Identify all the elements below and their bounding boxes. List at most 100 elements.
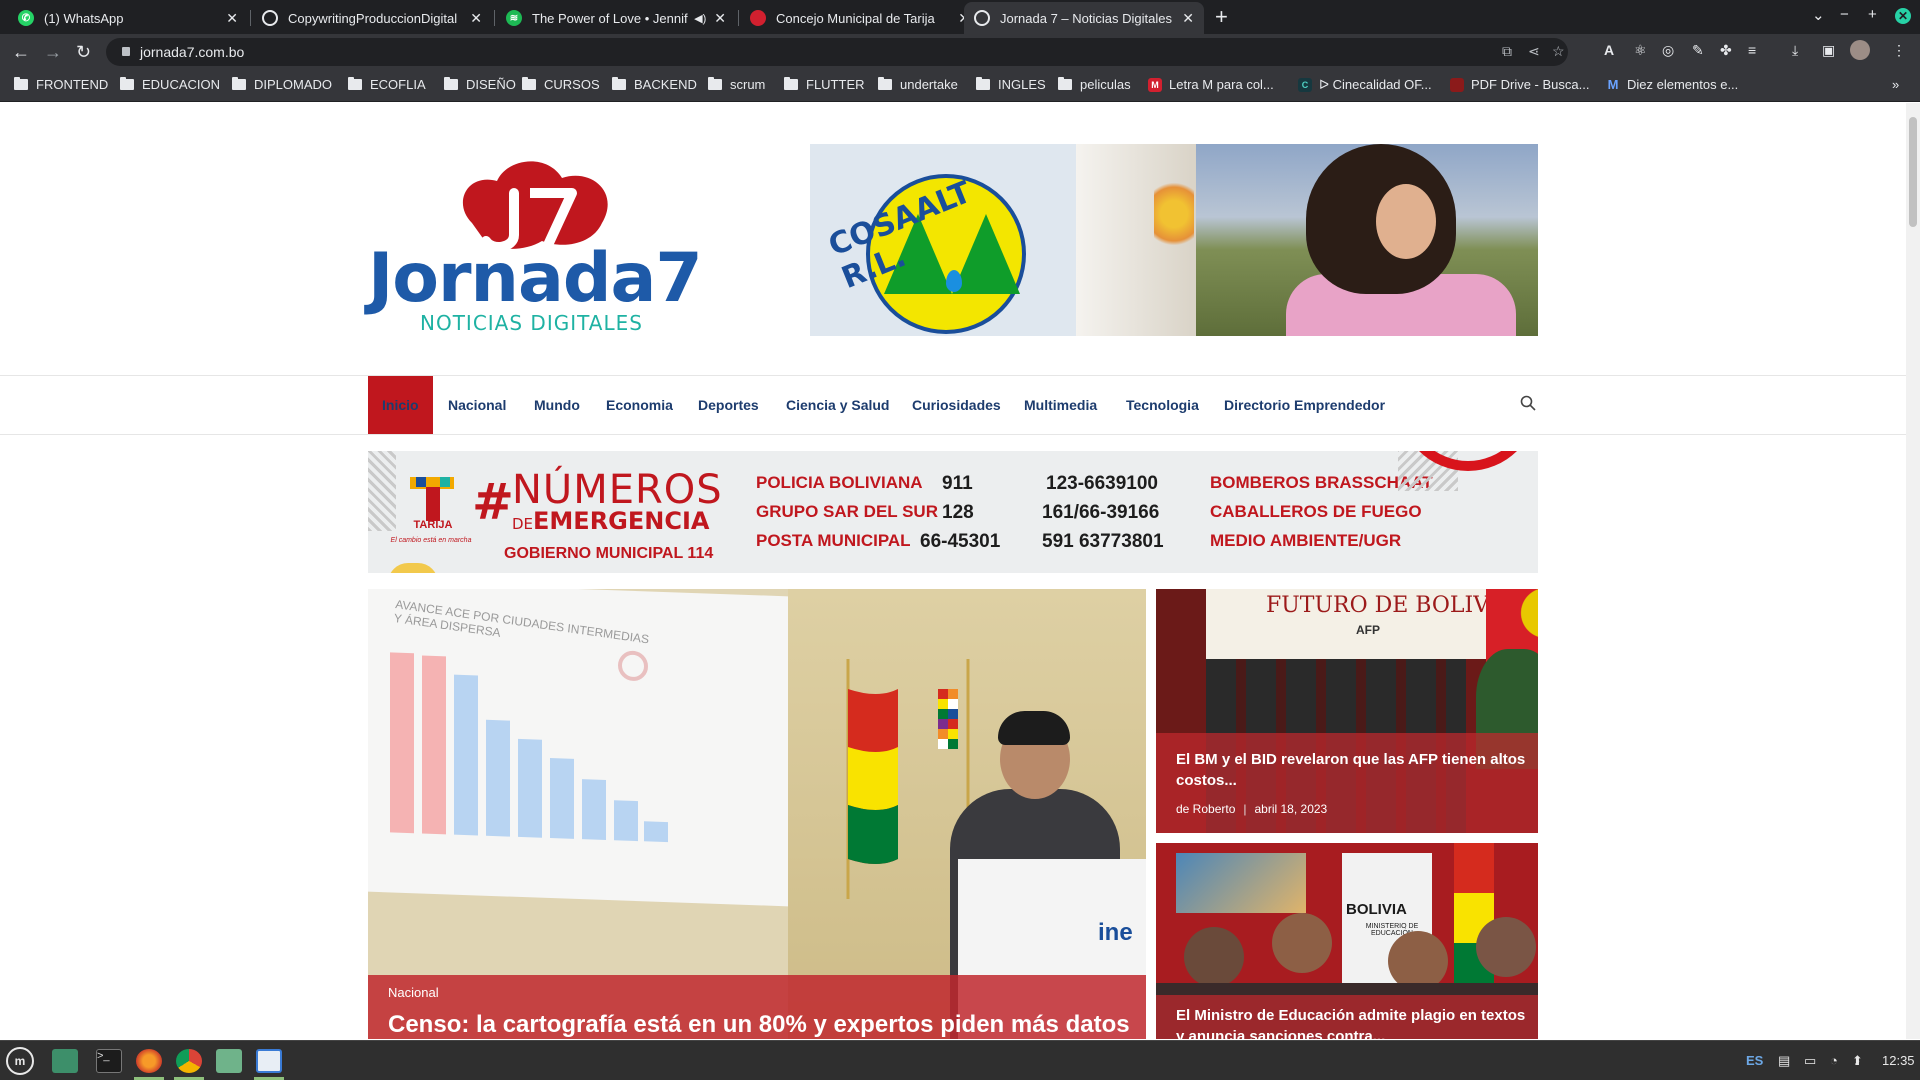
tab-spotify[interactable]: ≋ The Power of Love • Jennifer ◀) ✕ (496, 2, 736, 34)
clipboard-icon[interactable]: ▤ (1778, 1053, 1790, 1069)
side-article-title[interactable]: El BM y el BID revelaron que las AFP tie… (1176, 749, 1526, 791)
nav-curiosidades[interactable]: Curiosidades (898, 376, 1015, 434)
extension-react-icon[interactable]: ⚛ (1634, 42, 1647, 59)
article-author[interactable]: de Roberto (1176, 802, 1235, 816)
nav-tecnologia[interactable]: Tecnologia (1112, 376, 1213, 434)
side-panel-icon[interactable]: ▣ (1822, 42, 1835, 59)
address-bar[interactable]: jornada7.com.bo ⧉ ⋖ ☆ (106, 38, 1568, 66)
reload-button[interactable]: ↻ (76, 42, 91, 63)
nav-ciencia-salud[interactable]: Ciencia y Salud (772, 376, 903, 434)
bookmark-folder[interactable]: DISEÑO (444, 77, 516, 92)
new-tab-button[interactable]: + (1215, 4, 1228, 30)
nav-economia[interactable]: Economia (592, 376, 687, 434)
bookmark-link[interactable]: M Letra M para col... (1148, 77, 1274, 92)
tab-jornada7[interactable]: Jornada 7 – Noticias Digitales ✕ (964, 2, 1204, 34)
whatsapp-icon: ✆ (18, 10, 34, 26)
tab-concejo[interactable]: Concejo Municipal de Tarija ✕ (740, 2, 980, 34)
folder-icon (1058, 77, 1072, 90)
nav-deportes[interactable]: Deportes (684, 376, 773, 434)
chrome-icon[interactable] (176, 1049, 202, 1073)
letra-m-icon: M (1148, 77, 1162, 92)
featured-title[interactable]: Censo: la cartografía está en un 80% y e… (388, 1011, 1130, 1039)
bookmark-folder[interactable]: scrum (708, 77, 765, 92)
bookmark-folder[interactable]: DIPLOMADO (232, 77, 332, 92)
featured-article[interactable]: AVANCE ACE POR CIUDADES INTERMEDIAS Y ÁR… (368, 589, 1146, 1039)
menu-dots-icon[interactable]: ⋮ (1892, 42, 1906, 59)
extension-a-icon[interactable]: A (1604, 42, 1614, 58)
search-icon[interactable] (1520, 395, 1536, 411)
bookmark-folder[interactable]: INGLES (976, 77, 1046, 92)
tab-copywriting[interactable]: CopywritingProduccionDigital ✕ (252, 2, 492, 34)
bookmark-folder[interactable]: BACKEND (612, 77, 697, 92)
side-article-title[interactable]: El Ministro de Educación admite plagio e… (1176, 1005, 1526, 1039)
wifi-icon[interactable]: ◔ (1830, 1053, 1838, 1068)
extension-pen-icon[interactable]: ✎ (1692, 42, 1704, 59)
forward-button[interactable]: → (44, 42, 62, 63)
maximize-button[interactable]: + (1868, 6, 1877, 23)
featured-category[interactable]: Nacional (388, 985, 439, 1000)
m-logo-icon: M (1607, 77, 1619, 92)
side-article-afp[interactable]: FUTURO DE BOLIVIA AFP El BM y el BID rev… (1156, 589, 1538, 833)
clock[interactable]: 12:35 (1882, 1053, 1915, 1068)
bookmark-folder[interactable]: peliculas (1058, 77, 1131, 92)
extensions-puzzle-icon[interactable]: ✤ (1720, 42, 1732, 59)
folder-icon (444, 77, 458, 90)
close-window-button[interactable]: ✕ (1895, 8, 1911, 24)
show-desktop-icon[interactable] (52, 1049, 78, 1073)
bookmark-folder[interactable]: CURSOS (522, 77, 600, 92)
lock-icon[interactable] (122, 47, 130, 56)
back-button[interactable]: ← (12, 42, 30, 63)
profile-avatar[interactable] (1850, 40, 1870, 60)
cosaalt-banner-ad[interactable]: COSAALT R.L. (810, 144, 1538, 336)
tab-whatsapp[interactable]: ✆ (1) WhatsApp ✕ (8, 2, 248, 34)
translate-icon[interactable]: ⧉ (1502, 43, 1512, 60)
close-icon[interactable]: ✕ (714, 10, 726, 27)
keyboard-layout[interactable]: ES (1746, 1053, 1763, 1068)
nav-mundo[interactable]: Mundo (520, 376, 594, 434)
tab-search-icon[interactable]: ⌄ (1812, 6, 1825, 24)
pdf-drive-icon (1450, 77, 1464, 92)
url-text[interactable]: jornada7.com.bo (140, 44, 244, 60)
download-icon[interactable]: ⤓ (1792, 42, 1798, 59)
ad-row-short: 66-45301 (920, 531, 1001, 552)
nav-directorio-emprendedor[interactable]: Directorio Emprendedor (1210, 376, 1399, 434)
firefox-icon[interactable] (136, 1049, 162, 1073)
close-icon[interactable]: ✕ (226, 10, 238, 27)
more-bookmarks-icon[interactable]: » (1892, 77, 1899, 92)
site-logo[interactable]: Jornada7 NOTICIAS DIGITALES (368, 151, 708, 335)
bookmark-link[interactable]: PDF Drive - Busca... (1450, 77, 1589, 92)
terminal-icon[interactable]: >_ (96, 1049, 122, 1073)
minimize-button[interactable]: − (1840, 6, 1849, 23)
nav-inicio[interactable]: Inicio (368, 376, 433, 434)
bookmark-link[interactable]: M Diez elementos e... (1606, 77, 1739, 92)
bookmark-folder[interactable]: FLUTTER (784, 77, 865, 92)
close-icon[interactable]: ✕ (1182, 10, 1194, 27)
bookmark-folder[interactable]: EDUCACION (120, 77, 220, 92)
share-icon[interactable]: ⋖ (1528, 43, 1540, 60)
nav-multimedia[interactable]: Multimedia (1010, 376, 1111, 434)
bookmark-folder[interactable]: undertake (878, 77, 958, 92)
volume-icon[interactable]: ♪ (1854, 1053, 1861, 1068)
page-scrollbar[interactable] (1906, 103, 1920, 1039)
emergency-numbers-ad[interactable]: TARIJA El cambio está en marcha # NÚMERO… (368, 451, 1538, 573)
drive-icon[interactable]: ▭ (1804, 1053, 1816, 1069)
text-editor-icon[interactable] (256, 1049, 282, 1073)
speaker-icon[interactable]: ◀) (694, 12, 706, 25)
nav-nacional[interactable]: Nacional (434, 376, 520, 434)
mint-menu-icon[interactable]: m (6, 1047, 34, 1075)
extension-target-icon[interactable]: ◎ (1662, 42, 1674, 59)
bookmark-link[interactable]: Cᐅ Cinecalidad OF... (1298, 77, 1432, 93)
tv-screen (1176, 853, 1306, 913)
bookmark-star-icon[interactable]: ☆ (1552, 43, 1565, 60)
media-queue-icon[interactable]: ≡ (1748, 42, 1756, 58)
side-article-educacion[interactable]: BOLIVIA MINISTERIO DE EDUCACIÓN El Minis… (1156, 843, 1538, 1039)
bookmark-folder[interactable]: ECOFLIA (348, 77, 426, 92)
close-icon[interactable]: ✕ (470, 10, 482, 27)
bookmark-folder[interactable]: FRONTEND (14, 77, 108, 92)
ad-row-short: 128 (942, 502, 974, 523)
folder-icon (120, 77, 134, 90)
folder-icon (784, 77, 798, 90)
scrollbar-thumb[interactable] (1909, 117, 1917, 227)
files-icon[interactable] (216, 1049, 242, 1073)
os-taskbar: m >_ ES ▤ ▭ ◔ ⬆ ♪ 12:35 (0, 1040, 1920, 1080)
